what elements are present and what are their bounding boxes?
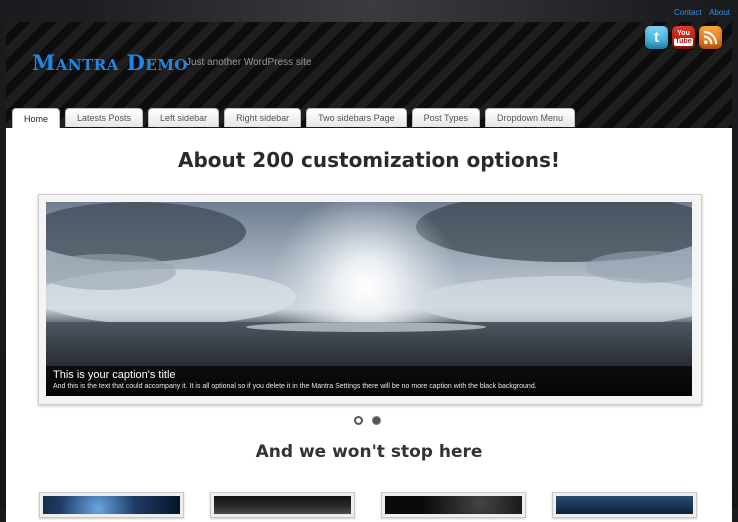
- image-slider: This is your caption's title And this is…: [38, 194, 702, 405]
- youtube-you: You: [677, 29, 690, 37]
- sub-heading: And we won't stop here: [255, 442, 483, 462]
- feature-thumbnails: [39, 492, 697, 518]
- rss-glyph: [703, 30, 718, 45]
- twitter-icon[interactable]: t: [645, 26, 668, 49]
- about-link[interactable]: About: [709, 8, 730, 17]
- nav-tab-right-sidebar[interactable]: Right sidebar: [224, 108, 302, 127]
- thumbnail-3[interactable]: [381, 492, 526, 518]
- social-icons: t You Tube: [645, 26, 722, 49]
- caption-text: And this is the text that could accompan…: [53, 383, 537, 390]
- slide-caption: This is your caption's title And this is…: [46, 366, 692, 396]
- site-tagline: Just another WordPress site: [186, 57, 312, 68]
- main-nav: Home Latests Posts Left sidebar Right si…: [12, 108, 576, 128]
- site-title[interactable]: Mantra Demo: [32, 50, 188, 75]
- caption-title: This is your caption's title: [53, 369, 176, 381]
- youtube-icon[interactable]: You Tube: [672, 26, 695, 49]
- nav-tab-two-sidebars[interactable]: Two sidebars Page: [306, 108, 407, 127]
- nav-tab-post-types[interactable]: Post Types: [411, 108, 481, 127]
- nav-tab-home[interactable]: Home: [12, 108, 61, 128]
- page-frame: Mantra Demo Just another WordPress site …: [6, 22, 732, 522]
- thumbnail-2[interactable]: [210, 492, 355, 518]
- contact-link[interactable]: Contact: [674, 8, 702, 17]
- twitter-glyph: t: [654, 29, 659, 46]
- slider-dot-1[interactable]: [354, 416, 363, 425]
- slider-pagination: [354, 416, 381, 425]
- slide-image[interactable]: This is your caption's title And this is…: [46, 202, 692, 396]
- nav-tab-latests-posts[interactable]: Latests Posts: [65, 108, 144, 127]
- main-heading: About 200 customization options!: [178, 148, 560, 172]
- site-header: Mantra Demo Just another WordPress site …: [6, 22, 732, 128]
- nav-tab-left-sidebar[interactable]: Left sidebar: [148, 108, 220, 127]
- nav-tab-dropdown-menu[interactable]: Dropdown Menu: [485, 108, 576, 127]
- top-links: Contact About: [669, 8, 730, 17]
- rss-icon[interactable]: [699, 26, 722, 49]
- thumbnail-1[interactable]: [39, 492, 184, 518]
- slider-dot-2[interactable]: [372, 416, 381, 425]
- youtube-tube: Tube: [674, 37, 693, 46]
- thumbnail-4[interactable]: [552, 492, 697, 518]
